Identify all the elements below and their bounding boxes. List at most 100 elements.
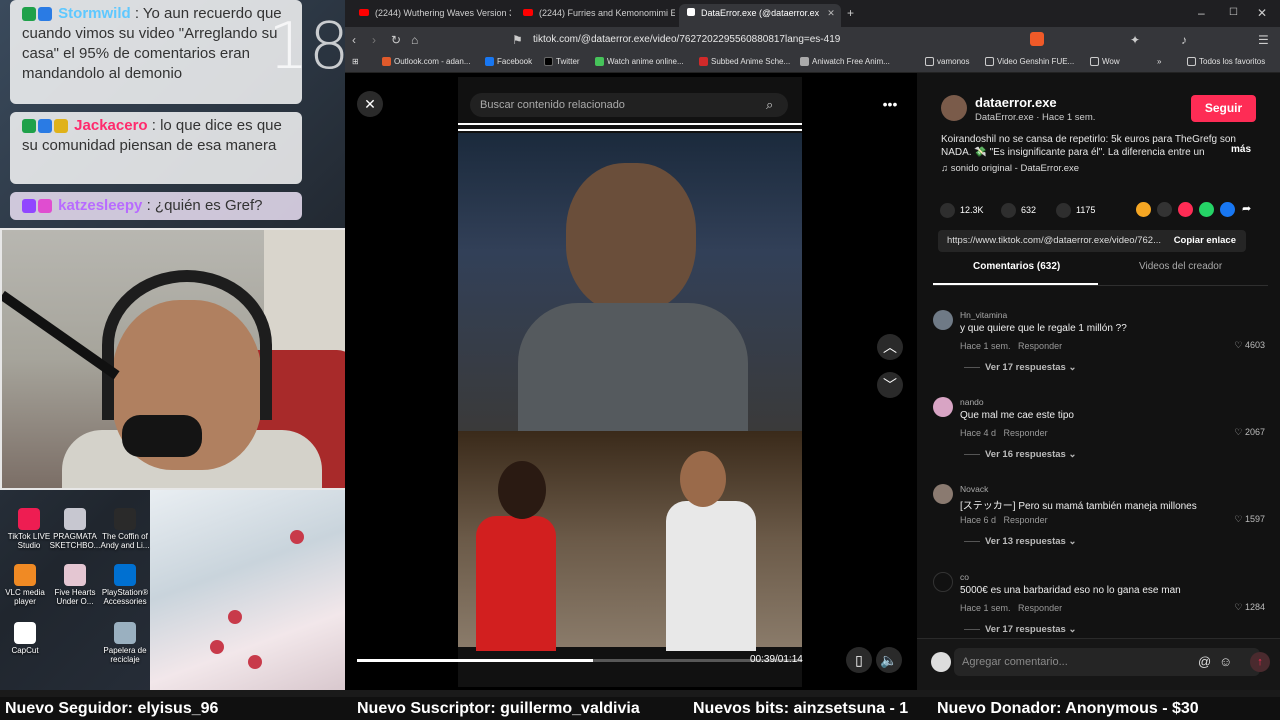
creator-avatar[interactable] — [941, 95, 967, 121]
extensions-icon[interactable]: ✦ — [1130, 33, 1140, 47]
bookmark-icon[interactable]: ⚑ — [512, 33, 523, 47]
video-area: ✕ Buscar contenido relacionado ⌕ ••• ︿ ﹀… — [345, 73, 917, 690]
new-tab-button[interactable]: + — [847, 6, 854, 20]
window-close-button[interactable]: ✕ — [1257, 6, 1267, 20]
browser-tab[interactable]: (2244) Furries and Kemonomimi Expl — [515, 4, 675, 27]
desktop-icon-recycle-bin[interactable]: Papelera de reciclaje — [96, 622, 154, 664]
whatsapp-icon[interactable] — [1199, 202, 1214, 217]
desktop-icon-coffin[interactable]: The Coffin of Andy and Li... — [96, 508, 154, 550]
view-replies-button[interactable]: Ver 17 respuestas ⌄ — [985, 362, 1076, 373]
maximize-button[interactable]: ☐ — [1229, 6, 1238, 20]
forward-icon[interactable]: › — [372, 33, 376, 47]
wallpaper-flower — [210, 640, 224, 654]
more-bookmarks-icon[interactable]: » — [1157, 57, 1161, 66]
more-link[interactable]: más — [1231, 144, 1251, 155]
next-video-button[interactable]: ﹀ — [877, 372, 903, 398]
search-icon[interactable]: ⌕ — [766, 97, 773, 113]
user-avatar[interactable] — [931, 652, 951, 672]
heart-outline-icon: ♡ — [1234, 427, 1245, 437]
bookmark-folder[interactable]: Video Genshin FUE... — [985, 57, 1074, 67]
address-bar[interactable]: tiktok.com/@dataerror.exe/video/76272022… — [533, 31, 1093, 49]
save-stat[interactable]: 1175 — [1056, 203, 1095, 218]
share-coin-icon[interactable] — [1136, 202, 1151, 217]
comment-likes[interactable]: ♡ 2067 — [1234, 427, 1265, 438]
comment-likes[interactable]: ♡ 1597 — [1234, 514, 1265, 525]
previous-video-button[interactable]: ︿ — [877, 334, 903, 360]
comment-avatar[interactable] — [933, 310, 953, 330]
view-replies-button[interactable]: Ver 13 respuestas ⌄ — [985, 536, 1076, 547]
follow-button[interactable]: Seguir — [1191, 95, 1256, 122]
bookmark-folder[interactable]: vamonos — [925, 57, 969, 67]
emoji-icon[interactable]: ☺ — [1219, 654, 1232, 669]
anime-site-icon — [595, 57, 604, 67]
ticker-subscriber: Nuevo Suscriptor: guillermo_valdivia — [357, 700, 640, 717]
comment-stat[interactable]: 632 — [1001, 203, 1036, 218]
reply-button[interactable]: Responder — [1004, 428, 1048, 438]
brave-shield-icon[interactable] — [1030, 32, 1044, 46]
tab-comments[interactable]: Comentarios (632) — [973, 261, 1060, 272]
miniplayer-icon[interactable]: ▯ — [846, 647, 872, 673]
video-progress-bar[interactable] — [357, 659, 802, 662]
sound-link[interactable]: ♫ sonido original - DataError.exe — [941, 163, 1079, 174]
comment-likes[interactable]: ♡ 4603 — [1234, 340, 1265, 351]
view-replies-button[interactable]: Ver 17 respuestas ⌄ — [985, 624, 1076, 635]
close-icon[interactable]: ✕ — [827, 8, 835, 18]
like-stat[interactable]: 12.3K — [940, 203, 984, 218]
wallpaper-flower — [248, 655, 262, 669]
send-comment-icon[interactable]: ↑ — [1250, 652, 1270, 672]
bookmark-item[interactable]: Watch anime online... — [595, 57, 684, 67]
video-grid-decoration — [458, 123, 802, 131]
bookmark-folder[interactable]: Wow — [1090, 57, 1120, 67]
bookmark-item[interactable]: Outlook.com - adan... — [382, 57, 470, 67]
tab-creator-videos[interactable]: Videos del creador — [1139, 261, 1222, 272]
reload-icon[interactable]: ↻ — [391, 33, 401, 47]
embed-icon[interactable] — [1157, 202, 1172, 217]
bookmark-item[interactable]: Twitter — [544, 57, 580, 67]
send-icon[interactable] — [1178, 202, 1193, 217]
copy-link-button[interactable]: Copiar enlace — [1174, 230, 1236, 252]
video-link-box[interactable]: https://www.tiktok.com/@dataerror.exe/vi… — [938, 230, 1246, 252]
more-options-icon[interactable]: ••• — [877, 91, 903, 117]
bookmark-item[interactable]: Subbed Anime Sche... — [699, 57, 790, 67]
all-bookmarks[interactable]: Todos los favoritos — [1187, 57, 1265, 67]
browser-tab[interactable]: (2244) Wuthering Waves Version 3.3 — [351, 4, 511, 27]
comment-likes[interactable]: ♡ 1284 — [1234, 602, 1265, 613]
minimize-button[interactable]: – — [1198, 6, 1205, 20]
desktop-icon-playstation[interactable]: PlayStation® Accessories — [96, 564, 154, 606]
tiktok-icon — [18, 508, 40, 530]
comment-avatar[interactable] — [933, 397, 953, 417]
comment-input[interactable]: Agregar comentario... — [954, 648, 1260, 676]
folder-icon — [1187, 57, 1196, 67]
comment-username[interactable]: nando — [960, 397, 984, 407]
comment-username[interactable]: Hn_vitamina — [960, 310, 1007, 320]
replies-line — [964, 367, 980, 368]
bookmark-item[interactable]: Aniwatch Free Anim... — [800, 57, 890, 67]
comment-avatar[interactable] — [933, 484, 953, 504]
apps-icon[interactable]: ⊞ — [352, 57, 359, 66]
close-video-button[interactable]: ✕ — [357, 91, 383, 117]
home-icon[interactable]: ⌂ — [411, 33, 418, 47]
comment-username[interactable]: Novack — [960, 484, 988, 494]
view-replies-button[interactable]: Ver 16 respuestas ⌄ — [985, 449, 1076, 460]
video-player[interactable]: Buscar contenido relacionado ⌕ — [458, 77, 802, 687]
badge-icon — [22, 7, 36, 22]
back-icon[interactable]: ‹ — [352, 33, 356, 47]
menu-icon[interactable]: ☰ — [1258, 33, 1269, 47]
related-search-input[interactable]: Buscar contenido relacionado — [470, 93, 788, 117]
comment-username[interactable]: co — [960, 572, 969, 582]
reply-button[interactable]: Responder — [1004, 515, 1048, 525]
bookmark-item[interactable]: Facebook — [485, 57, 532, 67]
chat-text: : ¿quién es Gref? — [146, 197, 263, 214]
mention-icon[interactable]: @ — [1198, 654, 1211, 669]
creator-name[interactable]: dataerror.exe — [975, 95, 1057, 110]
share-arrow-icon[interactable]: ➦ — [1242, 202, 1251, 215]
comment-avatar[interactable] — [933, 572, 953, 592]
desktop-icon-capcut[interactable]: CapCut — [0, 622, 54, 655]
music-icon[interactable]: ♪ — [1181, 33, 1187, 47]
facebook-share-icon[interactable] — [1220, 202, 1235, 217]
reply-button[interactable]: Responder — [1018, 603, 1062, 613]
reply-button[interactable]: Responder — [1018, 341, 1062, 351]
wallpaper-art — [150, 490, 345, 695]
volume-icon[interactable]: 🔈 — [876, 647, 902, 673]
browser-tab-active[interactable]: DataError.exe (@dataerror.ex ✕ — [679, 4, 841, 27]
